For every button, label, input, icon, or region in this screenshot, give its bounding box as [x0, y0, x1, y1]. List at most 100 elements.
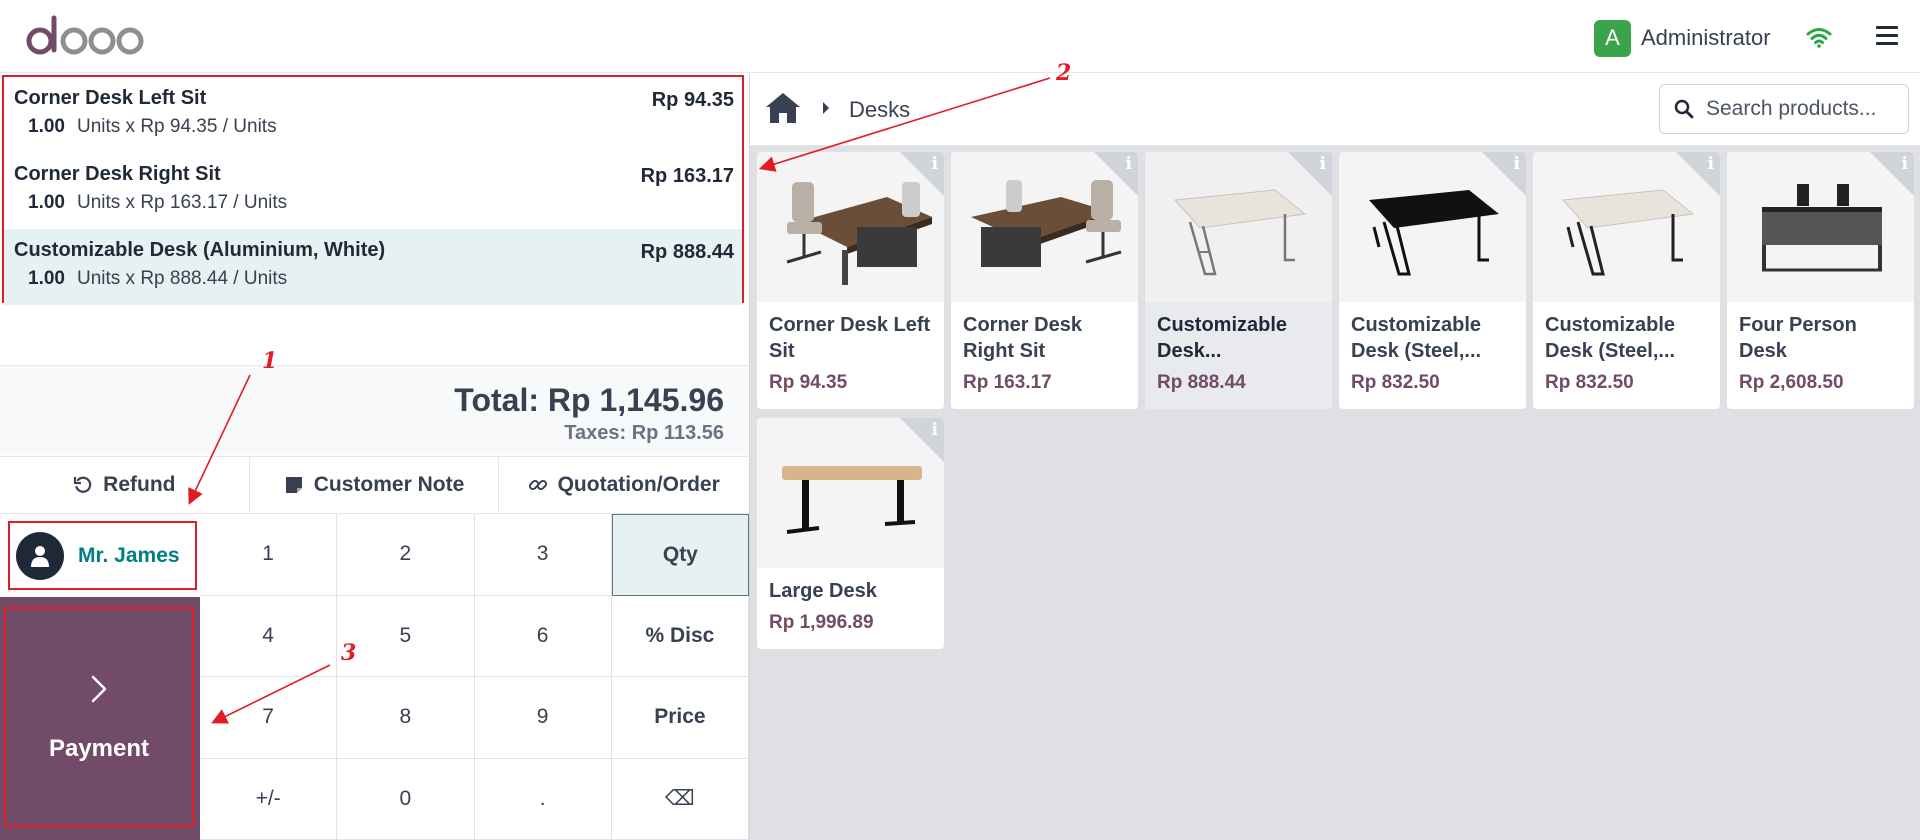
customer-button[interactable]: Mr. James: [8, 521, 197, 590]
info-icon[interactable]: i: [1708, 154, 1714, 174]
annotation-number: 3: [341, 640, 357, 666]
product-card[interactable]: i Customizable Desk (Steel,... Rp 832.50: [1339, 152, 1526, 409]
order-line-price: Rp 94.35: [651, 89, 734, 111]
menu-icon[interactable]: [1876, 26, 1898, 46]
product-card[interactable]: i Customizable Desk... Rp 888.44: [1145, 152, 1332, 409]
order-line-qty: 1.00: [28, 192, 65, 213]
product-card[interactable]: i Four Person Desk Rp 2,608.50: [1727, 152, 1914, 409]
numpad-key-plus-minus[interactable]: +/-: [200, 758, 338, 840]
order-line-name: Corner Desk Left Sit: [14, 87, 207, 109]
quotation-order-label: Quotation/Order: [557, 473, 720, 496]
product-image: i: [757, 152, 944, 302]
product-price: Rp 163.17: [963, 372, 1052, 393]
order-line-name: Customizable Desk (Aluminium, White): [14, 239, 386, 261]
numpad-key-9[interactable]: 9: [474, 677, 612, 759]
info-icon[interactable]: i: [1902, 154, 1908, 174]
customer-note-button[interactable]: Customer Note: [249, 457, 500, 513]
product-image: i: [1145, 152, 1332, 302]
product-price: Rp 94.35: [769, 372, 848, 393]
product-name: Large Desk: [769, 580, 877, 602]
payment-panel: Payment: [0, 597, 200, 840]
order-line-name: Corner Desk Right Sit: [14, 163, 221, 185]
numpad-key-5[interactable]: 5: [337, 595, 475, 677]
product-card[interactable]: i Corner Desk Right Sit Rp 163.17: [951, 152, 1138, 409]
annotation-number: 2: [1056, 60, 1072, 86]
caret-right-icon: [823, 102, 829, 114]
order-line-qty: 1.00: [28, 116, 65, 137]
order-line-price: Rp 888.44: [640, 241, 734, 263]
user-name: Administrator: [1641, 25, 1771, 50]
numpad-key-2[interactable]: 2: [337, 514, 475, 596]
top-navbar: A Administrator: [0, 0, 1920, 73]
product-image: i: [951, 152, 1138, 302]
numpad-mode-discount[interactable]: % Disc: [611, 595, 749, 677]
numpad-key-decimal[interactable]: .: [474, 758, 612, 840]
order-lines: Corner Desk Left Sit Rp 94.35 1.00 Units …: [2, 75, 744, 305]
order-summary: Total: Rp 1,145.96 Taxes: Rp 113.56: [0, 365, 748, 455]
user-avatar: A: [1594, 19, 1631, 57]
order-line-detail: Units x Rp 888.44 / Units: [76, 268, 288, 289]
product-name: Customizable Desk...: [1157, 314, 1288, 362]
info-icon[interactable]: i: [1514, 154, 1520, 174]
order-line-detail: Units x Rp 94.35 / Units: [76, 116, 277, 137]
product-name: Customizable Desk (Steel,...: [1351, 314, 1482, 362]
customer-avatar-icon: [16, 531, 64, 580]
control-buttons: Refund Customer Note Quotation/Order: [0, 456, 749, 514]
search-box[interactable]: [1659, 84, 1909, 134]
numpad-key-6[interactable]: 6: [474, 595, 612, 677]
info-icon[interactable]: i: [1126, 154, 1132, 174]
product-image: i: [757, 418, 944, 568]
info-icon[interactable]: i: [1320, 154, 1326, 174]
product-name: Four Person Desk: [1739, 314, 1857, 362]
numpad-key-3[interactable]: 3: [474, 514, 612, 596]
order-line[interactable]: Corner Desk Right Sit Rp 163.17 1.00 Unit…: [4, 153, 742, 229]
product-card[interactable]: i Corner Desk Left Sit Rp 94.35: [757, 152, 944, 409]
product-image: i: [1339, 152, 1526, 302]
search-icon: [1674, 99, 1694, 119]
wifi-icon[interactable]: [1806, 26, 1832, 48]
numpad-key-7[interactable]: 7: [200, 677, 338, 759]
refund-button[interactable]: Refund: [0, 457, 250, 513]
link-icon: [528, 479, 547, 491]
numpad-key-0[interactable]: 0: [337, 758, 475, 840]
product-screen: Desks Search products... i Corner Desk L…: [749, 74, 1920, 840]
breadcrumb-category[interactable]: Desks: [849, 97, 910, 123]
numpad-backspace-icon[interactable]: ⌫: [611, 758, 749, 840]
annotation-number: 1: [262, 348, 278, 374]
numpad-key-1[interactable]: 1: [200, 514, 338, 596]
numpad-mode-qty[interactable]: Qty: [611, 514, 749, 596]
order-total: Total: Rp 1,145.96: [454, 382, 724, 418]
customer-name: Mr. James: [78, 543, 180, 567]
product-price: Rp 1,996.89: [769, 612, 874, 633]
search-input[interactable]: [1706, 97, 1886, 121]
order-taxes: Taxes: Rp 113.56: [564, 422, 724, 444]
numpad-mode-price[interactable]: Price: [611, 677, 749, 759]
product-price: Rp 832.50: [1545, 372, 1634, 393]
product-card[interactable]: i Customizable Desk (Steel,... Rp 832.50: [1533, 152, 1720, 409]
user-menu[interactable]: A Administrator: [1594, 19, 1771, 57]
order-line-selected[interactable]: Customizable Desk (Aluminium, White) Rp …: [4, 229, 742, 305]
order-line-price: Rp 163.17: [640, 165, 734, 187]
payment-button[interactable]: Payment: [4, 607, 194, 827]
customer-note-label: Customer Note: [313, 473, 465, 496]
order-line-detail: Units x Rp 163.17 / Units: [76, 192, 288, 213]
numpad-key-8[interactable]: 8: [337, 677, 475, 759]
undo-icon: [74, 476, 92, 493]
product-image: i: [1533, 152, 1720, 302]
product-price: Rp 888.44: [1157, 372, 1246, 393]
info-icon[interactable]: i: [932, 420, 938, 440]
quotation-order-button[interactable]: Quotation/Order: [499, 457, 749, 513]
home-icon[interactable]: [764, 91, 802, 125]
product-card[interactable]: i Large Desk Rp 1,996.89: [757, 418, 944, 649]
numpad-key-4[interactable]: 4: [200, 595, 338, 677]
note-icon: [285, 477, 302, 493]
refund-label: Refund: [103, 473, 176, 496]
order-line-qty: 1.00: [28, 268, 65, 289]
odoo-logo[interactable]: [26, 10, 146, 62]
chevron-right-icon: [91, 675, 107, 703]
order-line[interactable]: Corner Desk Left Sit Rp 94.35 1.00 Units …: [4, 77, 742, 153]
product-price: Rp 832.50: [1351, 372, 1440, 393]
info-icon[interactable]: i: [932, 154, 938, 174]
product-price: Rp 2,608.50: [1739, 372, 1844, 393]
numpad: 1 2 3 Qty 4 5 6 % Disc 7 8 9 Price +/- 0…: [200, 514, 749, 840]
